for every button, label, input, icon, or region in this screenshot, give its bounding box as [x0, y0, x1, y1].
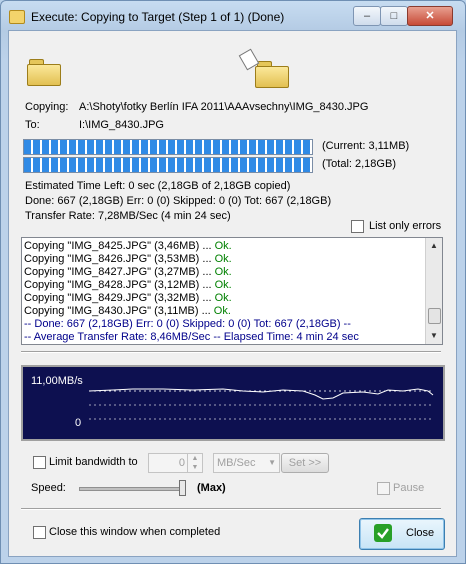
maximize-button[interactable]: □: [380, 6, 408, 26]
copying-label: Copying:: [25, 101, 69, 113]
log-line: Copying "IMG_8428.JPG" (3,12MB) ... Ok.: [24, 279, 232, 291]
speed-value: (Max): [197, 482, 226, 494]
log-summary-rate: -- Average Transfer Rate: 8,46MB/Sec -- …: [24, 331, 359, 343]
divider: [21, 351, 441, 353]
rate-graph-svg: [88, 388, 434, 420]
minimize-button[interactable]: –: [353, 6, 381, 26]
window-close-button[interactable]: ✕: [407, 6, 453, 26]
scroll-up-icon[interactable]: ▲: [426, 238, 442, 254]
log-line: Copying "IMG_8429.JPG" (3,32MB) ... Ok.: [24, 292, 232, 304]
total-progress-fill: [24, 158, 312, 172]
log-line: Copying "IMG_8425.JPG" (3,46MB) ... Ok.: [24, 240, 232, 252]
limit-bandwidth-label: Limit bandwidth to: [49, 456, 138, 468]
bandwidth-spin-icon[interactable]: ▲ ▼: [187, 453, 203, 473]
chevron-down-icon: ▼: [268, 458, 276, 467]
log-line: Copying "IMG_8430.JPG" (3,11MB) ... Ok.: [24, 305, 231, 317]
speed-slider-track[interactable]: [79, 487, 185, 491]
bandwidth-unit-select[interactable]: MB/Sec ▼: [213, 453, 280, 473]
bandwidth-unit-value: MB/Sec: [217, 457, 256, 469]
scroll-thumb[interactable]: [428, 308, 441, 324]
graph-min-label: 0: [75, 417, 82, 429]
source-folder-icon: [27, 59, 61, 86]
log-scrollbar[interactable]: ▲ ▼: [425, 238, 442, 344]
log-line: Copying "IMG_8426.JPG" (3,53MB) ... Ok.: [24, 253, 232, 265]
log-summary-done: -- Done: 667 (2,18GB) Err: 0 (0) Skipped…: [24, 318, 351, 330]
done-summary: Done: 667 (2,18GB) Err: 0 (0) Skipped: 0…: [25, 195, 332, 207]
speed-slider-thumb[interactable]: [179, 480, 186, 496]
graph-max-label: 11,00MB/s: [31, 375, 83, 387]
close-button[interactable]: Close: [359, 518, 445, 550]
total-progress-bar: [23, 157, 313, 173]
bandwidth-value-input[interactable]: 0: [148, 453, 188, 473]
window-title: Execute: Copying to Target (Step 1 of 1)…: [31, 10, 285, 24]
close-button-label: Close: [406, 527, 435, 539]
total-size: (Total: 2,18GB): [322, 158, 396, 170]
title-bar[interactable]: Execute: Copying to Target (Step 1 of 1)…: [1, 1, 465, 31]
app-icon: [9, 10, 25, 24]
list-only-errors-checkbox[interactable]: [351, 220, 364, 233]
checkmark-icon: [374, 524, 392, 542]
pause-label: Pause: [393, 482, 425, 494]
current-size: (Current: 3,11MB): [322, 140, 410, 152]
current-progress-bar: [23, 139, 313, 155]
current-progress-fill: [24, 140, 312, 154]
copy-log[interactable]: Copying "IMG_8425.JPG" (3,46MB) ... Ok. …: [21, 237, 443, 345]
scroll-down-icon[interactable]: ▼: [426, 328, 442, 344]
copying-path: A:\Shoty\fotky Berlín IFA 2011\AAAvsechn…: [79, 101, 369, 113]
divider: [21, 508, 441, 510]
set-bandwidth-button[interactable]: Set >>: [281, 453, 329, 473]
list-only-errors-label: List only errors: [369, 220, 442, 232]
to-path: I:\IMG_8430.JPG: [79, 119, 164, 131]
transfer-rate-graph: 11,00MB/s 0: [21, 365, 445, 441]
close-when-completed-checkbox[interactable]: [33, 526, 46, 539]
estimated-time: Estimated Time Left: 0 sec (2,18GB of 2,…: [25, 180, 291, 192]
close-when-completed-label: Close this window when completed: [49, 526, 221, 538]
to-label: To:: [25, 119, 40, 131]
target-folder-icon: [255, 61, 289, 88]
dialog-body: Copying: A:\Shoty\fotky Berlín IFA 2011\…: [8, 30, 457, 557]
limit-bandwidth-checkbox[interactable]: [33, 456, 46, 469]
log-line: Copying "IMG_8427.JPG" (3,27MB) ... Ok.: [24, 266, 232, 278]
speed-label: Speed:: [31, 482, 66, 494]
transfer-rate: Transfer Rate: 7,28MB/Sec (4 min 24 sec): [25, 210, 231, 222]
pause-checkbox[interactable]: [377, 482, 390, 495]
